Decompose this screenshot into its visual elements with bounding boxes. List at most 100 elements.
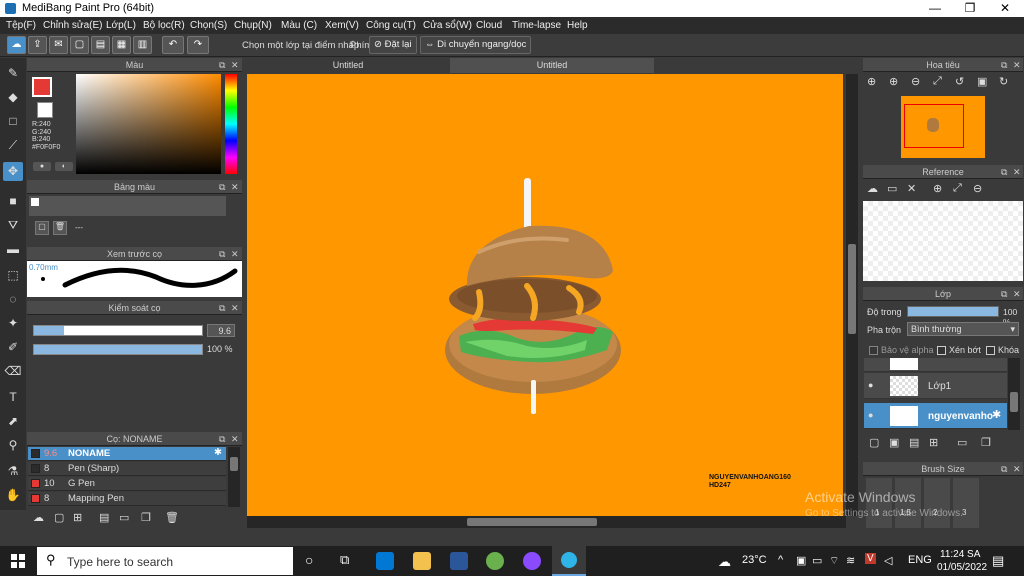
move-button[interactable]: ⇔ Di chuyển ngang/dọc (420, 36, 532, 54)
delete-brush-icon[interactable]: 🗑 (165, 511, 179, 524)
float-icon[interactable]: ⧉ (219, 58, 225, 72)
store-icon[interactable] (376, 552, 394, 570)
close-panel-icon[interactable]: ✕ (231, 58, 239, 72)
new-file-icon[interactable]: ▢ (70, 36, 89, 54)
layer-opacity-slider[interactable] (907, 306, 999, 317)
cloud-icon[interactable]: ☁ (7, 36, 26, 54)
close-ref-icon[interactable]: ✕ (907, 182, 916, 195)
word-icon[interactable] (450, 552, 468, 570)
drawing-canvas[interactable]: NGUYENVANHOANG160 HD247 (247, 74, 843, 516)
hand-tool-icon[interactable]: ✋ (3, 486, 23, 505)
color-mode-icon[interactable]: ● (33, 162, 51, 171)
antivirus-icon[interactable]: V (865, 553, 876, 564)
menu-filter[interactable]: Bộ lọc(R) (143, 20, 185, 31)
menu-edit[interactable]: Chỉnh sửa(E) (43, 20, 103, 31)
eye-icon[interactable]: ● (868, 380, 873, 390)
brush-size-slider[interactable] (33, 325, 203, 336)
brush-item-g-pen[interactable]: 10 G Pen (28, 477, 226, 491)
protect-alpha-checkbox[interactable] (869, 346, 878, 355)
tab-untitled-2[interactable]: Untitled (450, 58, 654, 73)
folder-ref-icon[interactable]: ▭ (887, 182, 897, 195)
gear-icon[interactable]: ✱ (214, 447, 222, 458)
brush-tool-icon[interactable]: ✎ (3, 64, 23, 83)
dropper2-tool-icon[interactable]: ⚗ (3, 462, 23, 481)
menu-view[interactable]: Xem(V) (325, 20, 359, 31)
taskbar-search[interactable]: ⚲ Type here to search (37, 547, 293, 575)
close-panel-icon[interactable]: ✕ (1013, 287, 1021, 301)
zoom-in-2-icon[interactable]: ⊕ (889, 75, 898, 88)
rectangle-tool-icon[interactable]: □ (3, 112, 23, 131)
zoom-in-ref-icon[interactable]: ⊕ (933, 182, 942, 195)
gear-icon[interactable]: ✱ (992, 408, 1001, 421)
menu-help[interactable]: Help (567, 20, 588, 31)
close-panel-icon[interactable]: ✕ (1013, 165, 1021, 179)
secondary-color-swatch[interactable] (37, 102, 53, 118)
brush-size-cell[interactable]: 2 (924, 478, 950, 528)
brush-opacity-slider[interactable] (33, 344, 203, 355)
new-brush-icon[interactable]: ▢ (54, 511, 64, 524)
cortana-icon[interactable]: ○ (305, 552, 313, 568)
messenger-icon[interactable] (523, 552, 541, 570)
hue-slider[interactable] (225, 74, 237, 174)
windows-start-icon[interactable] (11, 554, 25, 568)
add-brush-icon[interactable]: ⊞ (73, 511, 82, 524)
undo-button[interactable]: ↶ (162, 36, 184, 54)
menu-window[interactable]: Cửa sổ(W) (423, 20, 472, 31)
menu-file[interactable]: Tệp(F) (6, 20, 36, 31)
fit-icon[interactable]: ⤢ (933, 75, 942, 88)
menu-snap[interactable]: Chụp(N) (234, 20, 272, 31)
navigator-thumbnail[interactable] (901, 96, 985, 158)
float-icon[interactable]: ⧉ (219, 301, 225, 315)
lasso-tool-icon[interactable]: ◌ (3, 290, 23, 309)
primary-color-swatch[interactable] (32, 77, 52, 97)
float-icon[interactable]: ⧉ (1001, 462, 1007, 476)
brush-settings-icon[interactable]: ▤ (99, 511, 109, 524)
menu-select[interactable]: Chọn(S) (190, 20, 227, 31)
bucket-tool-icon[interactable]: ⛛ (3, 216, 23, 235)
delete-palette-icon[interactable]: 🗑 (53, 221, 67, 235)
gradient-tool-icon[interactable]: ▬ (3, 240, 23, 259)
saturation-picker[interactable] (76, 74, 221, 174)
layout-icon[interactable]: ▥ (133, 36, 152, 54)
float-icon[interactable]: ⧉ (219, 432, 225, 446)
blend-mode-select[interactable]: Bình thường ▾ (907, 322, 1019, 336)
layer-item-nguyenvanho[interactable]: ● nguyenvanho ✱ (864, 403, 1007, 429)
clip-checkbox[interactable] (937, 346, 946, 355)
rotate-right-icon[interactable]: ↻ (999, 75, 1008, 88)
close-panel-icon[interactable]: ✕ (231, 247, 239, 261)
reset-view-icon[interactable]: ▣ (977, 75, 987, 88)
close-panel-icon[interactable]: ✕ (231, 180, 239, 194)
select-rect-tool-icon[interactable]: ⬚ (3, 266, 23, 285)
tray-app-icon[interactable]: ▣ (796, 554, 806, 567)
close-panel-icon[interactable]: ✕ (231, 432, 239, 446)
select-pen-tool-icon[interactable]: ✐ (3, 338, 23, 357)
app-green-icon[interactable] (486, 552, 504, 570)
eye-icon[interactable]: ● (868, 410, 873, 420)
brush-size-value[interactable]: 9.6 (207, 324, 235, 337)
color-swap-icon[interactable]: ◐ (55, 162, 73, 171)
clock-date[interactable]: 01/05/2022 (937, 562, 987, 573)
text-tool-icon[interactable]: T (3, 388, 23, 407)
zoom-in-icon[interactable]: ⊕ (867, 75, 876, 88)
float-icon[interactable]: ⧉ (1001, 58, 1007, 72)
close-panel-icon[interactable]: ✕ (1013, 462, 1021, 476)
fill-rect-tool-icon[interactable]: ■ (3, 192, 23, 211)
magic-wand-tool-icon[interactable]: ✦ (3, 314, 23, 333)
float-icon[interactable]: ⧉ (1001, 165, 1007, 179)
close-button[interactable]: ✕ (988, 0, 1022, 17)
brush-item-pen-sharp[interactable]: 8 Pen (Sharp) (28, 462, 226, 476)
upload-icon[interactable]: ⇪ (28, 36, 47, 54)
canvas-vertical-scrollbar[interactable] (846, 74, 858, 516)
grid-icon[interactable]: ▦ (112, 36, 131, 54)
notification-icon[interactable]: ▤ (992, 553, 1004, 569)
reset-button[interactable]: ⊘ Đặt lại (369, 36, 417, 54)
language-indicator[interactable]: ENG (908, 554, 932, 566)
new-layer-icon[interactable]: ▢ (869, 436, 879, 449)
move-tool-icon[interactable]: ✥ (3, 162, 23, 181)
cloud-brush-icon[interactable]: ☁ (33, 511, 44, 524)
minimize-button[interactable]: — (918, 0, 952, 17)
zoom-out-icon[interactable]: ⊖ (911, 75, 920, 88)
close-panel-icon[interactable]: ✕ (1013, 58, 1021, 72)
new-palette-icon[interactable]: ▢ (35, 221, 49, 235)
scrollbar-thumb[interactable] (1010, 392, 1018, 412)
